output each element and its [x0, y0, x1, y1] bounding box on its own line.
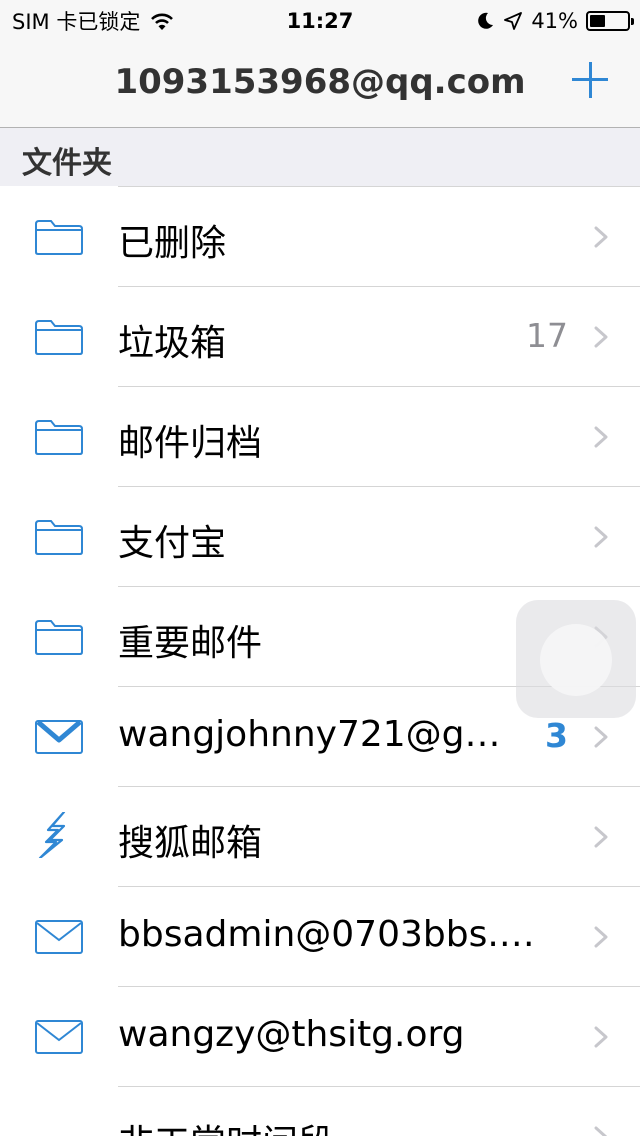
- list-item[interactable]: 垃圾箱 17: [0, 286, 640, 386]
- assistive-touch-button[interactable]: [516, 600, 636, 718]
- envelope-icon: [34, 918, 84, 956]
- location-arrow-icon: [504, 12, 523, 30]
- assistive-touch-ring: [540, 624, 612, 696]
- envelope-icon: [34, 1018, 84, 1056]
- chevron-right-icon: [594, 926, 608, 948]
- list-item-label: wangzy@thsitg.org: [118, 1014, 465, 1055]
- section-header-label: 文件夹: [22, 146, 112, 181]
- list-item-label: 已删除: [118, 223, 227, 264]
- list-item[interactable]: wangzy@thsitg.org: [0, 986, 640, 1086]
- row-separator: [118, 786, 640, 787]
- list-item-label: 支付宝: [118, 523, 227, 564]
- navigation-bar: 1093153968@qq.com: [0, 40, 640, 128]
- chevron-right-icon: [594, 1026, 608, 1048]
- row-separator: [118, 286, 640, 287]
- folder-icon: [34, 418, 84, 456]
- account-title: 1093153968@qq.com: [114, 62, 526, 102]
- unread-count-badge: 17: [526, 316, 568, 355]
- battery-icon: [586, 11, 634, 31]
- chevron-right-icon: [594, 726, 608, 748]
- list-item-label: 垃圾箱: [118, 323, 227, 364]
- row-separator: [118, 386, 640, 387]
- chevron-right-icon: [594, 326, 608, 348]
- list-item[interactable]: 非工常时间段: [0, 1086, 640, 1136]
- unread-count-badge: 3: [545, 716, 568, 755]
- gmail-icon: [34, 718, 84, 756]
- moon-icon: [34, 1118, 84, 1136]
- list-item-label: 重要邮件: [118, 623, 263, 664]
- chevron-right-icon: [594, 826, 608, 848]
- section-header: 文件夹: [0, 128, 640, 186]
- status-bar: SIM 卡已锁定 11:27 41%: [0, 0, 640, 40]
- folder-icon: [34, 318, 84, 356]
- status-right: 41%: [475, 6, 634, 36]
- chevron-right-icon: [594, 526, 608, 548]
- row-separator: [118, 186, 640, 187]
- list-item[interactable]: 已删除: [0, 186, 640, 286]
- list-item-label: bbsadmin@0703bbs.com: [118, 914, 538, 955]
- list-item-label: 非工常时间段: [118, 1114, 538, 1136]
- list-item[interactable]: 邮件归档: [0, 386, 640, 486]
- add-button[interactable]: [570, 60, 610, 100]
- folder-icon: [34, 518, 84, 556]
- folder-icon: [34, 218, 84, 256]
- list-item-label: wangjohnny721@gmail.com: [118, 714, 526, 755]
- battery-percent: 41%: [531, 9, 578, 33]
- row-separator: [118, 886, 640, 887]
- chevron-right-icon: [594, 426, 608, 448]
- list-item[interactable]: bbsadmin@0703bbs.com: [0, 886, 640, 986]
- chevron-right-icon: [594, 226, 608, 248]
- row-separator: [118, 586, 640, 587]
- list-item[interactable]: 搜狐邮箱: [0, 786, 640, 886]
- chevron-right-icon: [594, 1126, 608, 1136]
- do-not-disturb-moon-icon: [478, 12, 494, 29]
- list-item-label: 邮件归档: [118, 423, 263, 464]
- folder-icon: [34, 618, 84, 656]
- row-separator: [118, 986, 640, 987]
- row-separator: [118, 486, 640, 487]
- list-item-label: 搜狐邮箱: [118, 823, 263, 864]
- row-separator: [118, 1086, 640, 1087]
- sohu-icon: [34, 810, 84, 862]
- list-item[interactable]: 支付宝: [0, 486, 640, 586]
